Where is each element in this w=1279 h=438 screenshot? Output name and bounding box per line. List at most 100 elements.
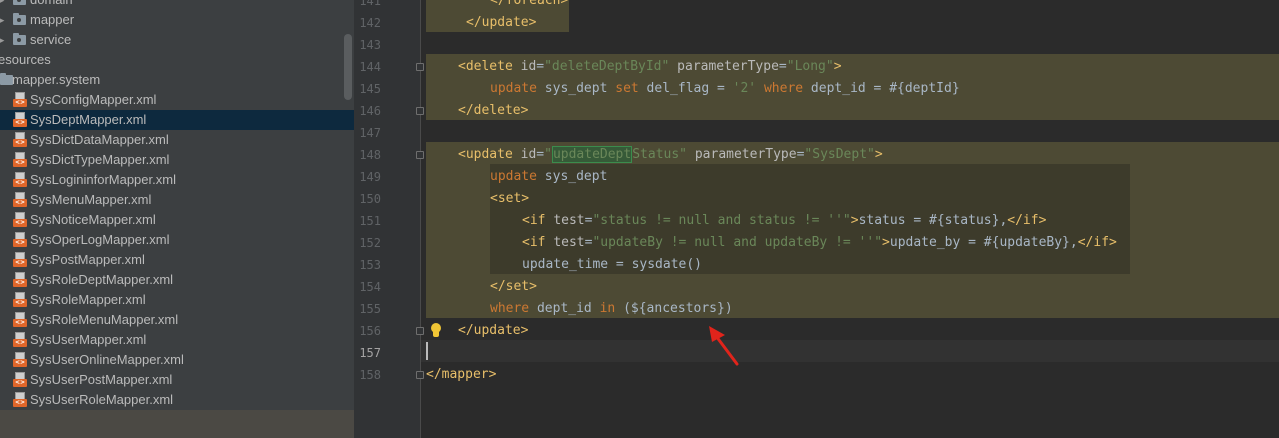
tree-item-file[interactable]: <> SysDeptMapper.xml xyxy=(0,110,354,130)
tree-item-label: SysRoleMenuMapper.xml xyxy=(30,312,179,327)
xml-file-icon: <> xyxy=(13,152,27,168)
tree-item-label: SysDictTypeMapper.xml xyxy=(30,152,170,167)
tree-item-file[interactable]: <> SysUserMapper.xml xyxy=(0,330,354,350)
xml-file-icon: <> xyxy=(13,92,27,108)
fold-marker-icon[interactable] xyxy=(416,63,424,71)
tree-bottom-bar xyxy=(0,410,354,438)
code-token: </mapper> xyxy=(426,367,497,382)
tree-item-file[interactable]: <> SysNoticeMapper.xml xyxy=(0,210,354,230)
code-token: "Long" xyxy=(786,59,834,74)
code-line: </foreach> xyxy=(490,0,568,12)
tree-item-file[interactable]: <> SysPostMapper.xml xyxy=(0,250,354,270)
tree-item-folder[interactable]: esources xyxy=(0,50,354,70)
code-line: <update id="updateDeptStatus" parameterT… xyxy=(458,144,883,166)
code-token: updateDept xyxy=(551,146,633,163)
line-number: 149 xyxy=(359,170,381,184)
tree-item-file[interactable]: <> SysOperLogMapper.xml xyxy=(0,230,354,250)
code-token: " xyxy=(544,147,552,162)
line-number: 155 xyxy=(359,302,381,316)
expand-arrow-icon[interactable]: ▶ xyxy=(0,0,6,10)
red-arrow-annotation xyxy=(709,326,739,366)
tree-item-file[interactable]: <> SysDictDataMapper.xml xyxy=(0,130,354,150)
tree-item-label: SysNoticeMapper.xml xyxy=(30,212,156,227)
code-token: <if xyxy=(522,235,554,250)
xml-file-icon: <> xyxy=(13,312,27,328)
tree-item-file[interactable]: <> SysDictTypeMapper.xml xyxy=(0,150,354,170)
tree-item-file[interactable]: <> SysUserRoleMapper.xml xyxy=(0,390,354,410)
code-token: set xyxy=(615,81,639,96)
code-line: update sys_dept xyxy=(490,166,607,188)
tree-item-label: mapper xyxy=(30,12,75,27)
tree-item-label: SysConfigMapper.xml xyxy=(30,92,157,107)
code-token: update xyxy=(490,169,537,184)
line-number: 158 xyxy=(359,368,381,382)
tree-item-folder[interactable]: ▶mapper.system xyxy=(0,70,354,90)
current-line-highlight xyxy=(421,340,1279,362)
tree-item-file[interactable]: <> SysRoleDeptMapper.xml xyxy=(0,270,354,290)
code-editor[interactable]: 141 142 143 144 145 146 147 148 149 150 151 152 153 1… xyxy=(354,0,1279,438)
tree-item-folder[interactable]: ▶ domain xyxy=(0,0,354,10)
xml-file-icon: <> xyxy=(13,392,27,408)
fold-marker-icon[interactable] xyxy=(416,327,424,335)
tree-item-label: SysUserPostMapper.xml xyxy=(30,372,173,387)
code-token: </update> xyxy=(466,15,537,30)
code-token: </foreach> xyxy=(490,0,569,8)
fold-marker-icon[interactable] xyxy=(416,371,424,379)
line-number: 151 xyxy=(359,214,381,228)
tree-item-label: SysLogininforMapper.xml xyxy=(30,172,176,187)
xml-file-icon: <> xyxy=(13,192,27,208)
code-token: status = #{status}, xyxy=(858,213,1008,228)
code-token: test xyxy=(553,213,585,228)
tree-item-folder[interactable]: ▶ mapper xyxy=(0,10,354,30)
code-token: dept_id = #{deptId} xyxy=(803,81,960,96)
code-token: > xyxy=(833,59,842,74)
code-token: <delete xyxy=(458,59,521,74)
fold-marker-icon[interactable] xyxy=(416,151,424,159)
tree-item-file[interactable]: <> SysUserOnlineMapper.xml xyxy=(0,350,354,370)
tree-item-file[interactable]: <> SysLogininforMapper.xml xyxy=(0,170,354,190)
intention-bulb-icon[interactable] xyxy=(429,322,443,340)
code-token: dept_id xyxy=(529,301,600,316)
code-line: </update> xyxy=(466,12,536,34)
line-number: 146 xyxy=(359,104,381,118)
code-line: </mapper> xyxy=(426,364,496,386)
tree-scrollbar-thumb[interactable] xyxy=(344,34,352,100)
expand-arrow-icon[interactable]: ▶ xyxy=(0,30,6,50)
code-token: '2' xyxy=(732,81,757,96)
tree-item-label: SysMenuMapper.xml xyxy=(30,192,152,207)
fold-marker-icon[interactable] xyxy=(416,107,424,115)
code-line: update sys_dept set del_flag = '2' where… xyxy=(490,78,960,100)
tree-item-folder[interactable]: ▶ service xyxy=(0,30,354,50)
code-token: update xyxy=(490,81,537,96)
code-token: </if> xyxy=(1007,213,1047,228)
xml-file-icon: <> xyxy=(13,272,27,288)
code-line: </update> xyxy=(458,320,528,342)
tree-item-label: SysOperLogMapper.xml xyxy=(30,232,170,247)
code-token: sys_dept xyxy=(536,169,608,184)
code-token: id xyxy=(520,147,537,162)
code-token: (${ancestors}) xyxy=(615,301,733,316)
tree-item-file[interactable]: <> SysMenuMapper.xml xyxy=(0,190,354,210)
code-token: id xyxy=(520,59,537,74)
code-token: </if> xyxy=(1077,235,1117,250)
tree-item-file[interactable]: <> SysConfigMapper.xml xyxy=(0,90,354,110)
xml-file-icon: <> xyxy=(13,332,27,348)
expand-arrow-icon[interactable]: ▶ xyxy=(0,10,6,30)
xml-file-icon: <> xyxy=(13,112,27,128)
code-token: </set> xyxy=(490,279,537,294)
tree-item-label: mapper.system xyxy=(12,72,101,87)
package-icon xyxy=(13,33,26,45)
tree-item-file[interactable]: <> SysUserPostMapper.xml xyxy=(0,370,354,390)
tree-item-file[interactable]: <> SysRoleMapper.xml xyxy=(0,290,354,310)
xml-file-icon: <> xyxy=(13,352,27,368)
line-number-gutter: 141 142 143 144 145 146 147 148 149 150 151 152 153 1… xyxy=(354,0,420,438)
code-token: = xyxy=(778,59,787,74)
code-token: "SysDept" xyxy=(804,147,875,162)
code-token: sys_dept xyxy=(536,81,616,96)
text-caret xyxy=(426,342,428,360)
tree-item-file[interactable]: <> SysRoleMenuMapper.xml xyxy=(0,310,354,330)
tree-item-label: service xyxy=(30,32,72,47)
code-line: where dept_id in (${ancestors}) xyxy=(490,298,733,320)
code-token: update_by = #{updateBy}, xyxy=(889,235,1078,250)
code-token: > xyxy=(882,235,890,250)
